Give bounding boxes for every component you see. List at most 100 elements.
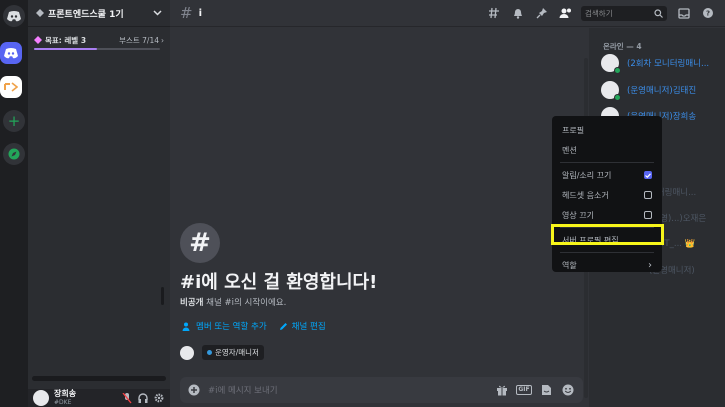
online-status-icon — [614, 67, 621, 74]
checkbox-icon[interactable] — [644, 211, 652, 219]
search-placeholder: 검색하기 — [585, 8, 613, 18]
menu-item-label: 멘션 — [562, 145, 577, 155]
server-badge-icon — [36, 9, 44, 17]
user-panel: 장희송 #DKE — [28, 389, 170, 407]
explore-servers-button[interactable] — [3, 143, 25, 165]
welcome-title: #i에 오신 걸 환영합니다! — [180, 272, 378, 293]
threads-icon — [488, 7, 499, 19]
checkbox-checked-icon[interactable] — [644, 171, 652, 179]
gift-button[interactable] — [495, 383, 509, 397]
highlight-box — [551, 224, 664, 245]
avatar[interactable] — [33, 390, 49, 406]
menu-item-mention[interactable]: 멘션 — [557, 140, 657, 160]
notification-settings-button[interactable] — [510, 6, 525, 21]
online-header: 온라인 — 4 — [603, 42, 642, 51]
add-member-icon — [182, 322, 190, 331]
member-list-button[interactable] — [558, 6, 573, 21]
menu-item-label: 알림/소리 끄기 — [562, 170, 612, 180]
search-icon — [654, 8, 663, 18]
server-header[interactable]: 프론트엔드스쿨 1기 — [28, 0, 170, 27]
menu-item-label: 헤드셋 음소거 — [562, 190, 609, 200]
home-button[interactable] — [3, 5, 25, 27]
message-placeholder: #i에 메시지 보내기 — [208, 386, 278, 396]
user-name: 장희송 — [54, 389, 77, 398]
menu-item-profile[interactable]: 프로필 — [557, 120, 657, 140]
checkbox-icon[interactable] — [644, 191, 652, 199]
channel-sidebar: 프론트엔드스쿨 1기 목표: 레벨 3 부스트 7/14 › 장희송 #DKE — [28, 0, 170, 407]
member-item[interactable]: (운영매니저)김태진 — [601, 80, 721, 101]
boost-level: 목표: 레벨 3 — [45, 35, 87, 45]
add-members-link[interactable]: 멤버 또는 역할 추가 — [182, 320, 267, 332]
welcome-subtitle: 비공개 채널 #i의 시작이에요. — [180, 296, 286, 308]
menu-item-deafen[interactable]: 헤드셋 음소거 — [557, 185, 657, 205]
menu-divider — [560, 252, 654, 253]
discord-icon — [4, 47, 18, 58]
add-members-label: 멤버 또는 역할 추가 — [196, 322, 267, 332]
mic-muted-icon — [122, 392, 132, 403]
chevron-right-icon: › — [648, 259, 652, 271]
menu-item-disable-video[interactable]: 영상 끄기 — [557, 205, 657, 225]
edit-channel-label: 채널 편집 — [291, 322, 326, 332]
pin-icon — [536, 8, 547, 19]
boost-count: 부스트 7/14 — [119, 35, 159, 45]
channel-hash-lock-icon: # — [180, 223, 220, 263]
inbox-icon — [677, 7, 690, 19]
user-settings-button[interactable] — [153, 392, 165, 404]
deafen-button[interactable] — [137, 392, 149, 404]
private-label: 비공개 — [180, 298, 204, 308]
role-color-dot — [207, 350, 212, 355]
channel-topbar: # i 검색하기 ? — [170, 0, 725, 27]
menu-item-label: 영상 끄기 — [562, 210, 594, 220]
server-name: 프론트엔드스쿨 1기 — [48, 9, 124, 20]
add-server-button[interactable]: + — [3, 110, 25, 132]
help-button[interactable]: ? — [700, 6, 715, 21]
mute-mic-button[interactable] — [121, 392, 133, 404]
boost-gem-icon — [34, 36, 42, 44]
online-status-icon — [614, 94, 621, 101]
user-context-menu: 프로필 멘션 알림/소리 끄기 헤드셋 음소거 영상 끄기 서버 프로필 편집 … — [552, 116, 662, 272]
message-input[interactable]: #i에 메시지 보내기 GIF — [180, 377, 583, 403]
gif-icon: GIF — [516, 385, 532, 395]
discord-logo-button[interactable] — [0, 42, 22, 64]
avatar — [601, 81, 621, 101]
edit-channel-link[interactable]: 채널 편집 — [279, 320, 326, 332]
check-icon — [645, 172, 651, 178]
chat-area: # #i에 오신 걸 환영합니다! 비공개 채널 #i의 시작이에요. 멤버 또… — [170, 28, 589, 407]
sticker-button[interactable] — [539, 383, 553, 397]
discord-icon — [7, 10, 21, 21]
menu-item-label: 프로필 — [562, 125, 585, 135]
menu-item-roles[interactable]: 역할 › — [557, 255, 657, 275]
server-icon-frontend[interactable] — [0, 76, 22, 98]
threads-button[interactable] — [486, 6, 501, 21]
chevron-down-icon — [153, 10, 162, 16]
members-icon — [559, 8, 571, 18]
welcome-subtitle-text: 채널 #i의 시작이에요. — [203, 298, 287, 308]
role-chip-label: 운영자/매니저 — [215, 348, 259, 357]
emoji-button[interactable] — [561, 383, 575, 397]
gif-button[interactable]: GIF — [516, 383, 532, 397]
boost-progress-fill — [34, 48, 97, 50]
pinned-messages-button[interactable] — [534, 6, 549, 21]
member-name: (2회차 모니터링매니... — [627, 59, 710, 69]
server-logo-icon — [4, 82, 18, 92]
role-chip[interactable]: 운영자/매니저 — [202, 345, 264, 360]
menu-item-mute[interactable]: 알림/소리 끄기 — [557, 165, 657, 185]
headphones-icon — [138, 393, 148, 403]
add-attachment-icon — [188, 384, 200, 396]
scrollbar-vertical[interactable] — [161, 287, 164, 305]
pencil-icon — [279, 322, 287, 330]
search-input[interactable]: 검색하기 — [581, 5, 667, 21]
user-tag: #DKE — [54, 399, 72, 406]
inbox-button[interactable] — [676, 6, 691, 21]
welcome-actions: 멤버 또는 역할 추가 채널 편집 — [182, 320, 326, 332]
member-item[interactable]: (2회차 모니터링매니... — [601, 53, 721, 74]
chevron-right-icon: › — [161, 35, 164, 45]
member-name: (운영매니저)김태진 — [627, 86, 697, 96]
plus-icon: + — [7, 112, 21, 130]
gear-icon — [154, 393, 164, 403]
menu-divider — [560, 162, 654, 163]
compass-icon — [8, 148, 20, 160]
scrollbar-horizontal[interactable] — [32, 376, 166, 381]
svg-text:?: ? — [705, 10, 709, 18]
channel-roles: 운영자/매니저 — [180, 345, 264, 360]
